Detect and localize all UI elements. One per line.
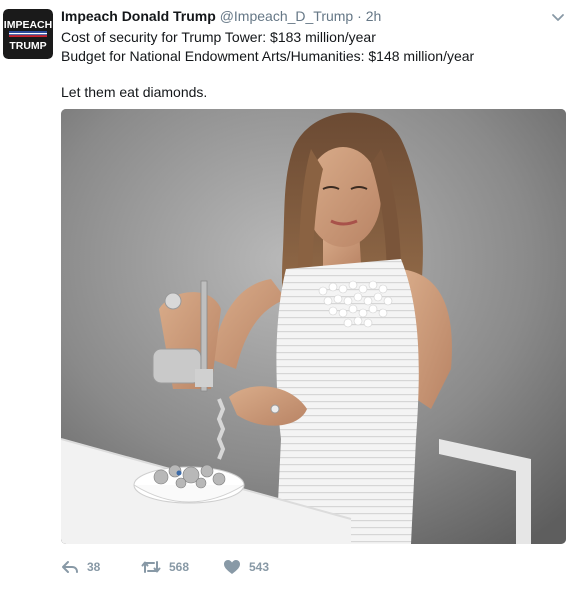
reply-icon [62, 561, 78, 573]
retweet-button[interactable]: 568 [141, 558, 223, 576]
avatar-text-line2: TRUMP [9, 40, 46, 52]
like-button[interactable]: 543 [223, 558, 303, 576]
tweet[interactable]: IMPEACH TRUMP Impeach Donald Trump @Impe… [0, 0, 582, 595]
photo-woman-eating-jewelry [61, 109, 566, 544]
tweet-text-line: Cost of security for Trump Tower: $183 m… [61, 29, 376, 45]
tweet-text-line: Let them eat diamonds. [61, 84, 208, 100]
tweet-photo[interactable] [61, 109, 566, 544]
like-count: 543 [249, 560, 270, 574]
retweet-icon [141, 561, 161, 573]
avatar[interactable]: IMPEACH TRUMP [3, 9, 53, 59]
tweet-text-line: Budget for National Endowment Arts/Human… [61, 48, 475, 64]
tweet-text: Cost of security for Trump Tower: $183 m… [61, 28, 566, 102]
chevron-down-icon[interactable] [550, 9, 566, 25]
author-handle[interactable]: @Impeach_D_Trump [220, 8, 354, 24]
tweet-header: Impeach Donald Trump @Impeach_D_Trump · … [61, 8, 542, 26]
reply-count: 38 [87, 560, 101, 574]
tweet-timestamp[interactable]: 2h [366, 8, 382, 24]
avatar-logo: IMPEACH TRUMP [3, 9, 53, 59]
tweet-actions: 38 568 543 [61, 558, 303, 576]
header-separator: · [357, 8, 362, 24]
retweet-count: 568 [169, 560, 190, 574]
heart-icon [224, 560, 240, 574]
avatar-text-line1: IMPEACH [4, 19, 52, 31]
reply-button[interactable]: 38 [61, 558, 141, 576]
author-name[interactable]: Impeach Donald Trump [61, 8, 216, 24]
